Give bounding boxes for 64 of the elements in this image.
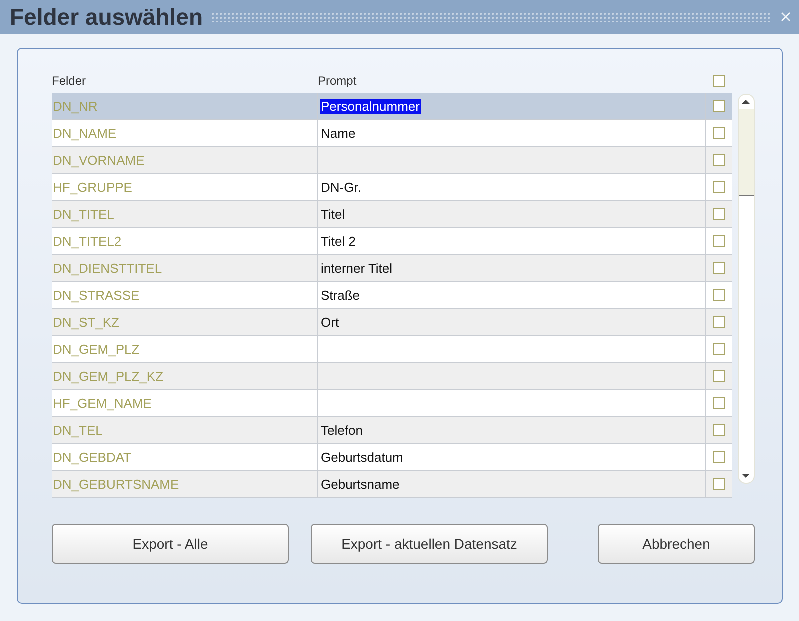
dialog-button[interactable]: Export - aktuellen Datensatz: [311, 524, 548, 564]
dialog-button[interactable]: Abbrechen: [598, 524, 755, 564]
table-cell: DN_GEM_PLZ_KZ: [52, 363, 318, 389]
close-button[interactable]: [779, 10, 793, 24]
row-checkbox[interactable]: [713, 235, 725, 247]
table-row[interactable]: DN_TITEL Titel: [52, 201, 732, 228]
table-cell: DN_GEBURTSNAME: [52, 471, 318, 497]
prompt-text: Titel 2: [320, 234, 357, 248]
row-checkbox[interactable]: [713, 478, 725, 490]
prompt-text: interner Titel: [320, 260, 394, 276]
row-checkbox[interactable]: [713, 127, 725, 139]
scroll-down-icon[interactable]: [742, 473, 750, 479]
table-row[interactable]: DN_NR Personalnummer: [52, 93, 732, 120]
column-header: Prompt: [318, 74, 358, 88]
scroll-thumb[interactable]: [739, 109, 754, 196]
table-cell: DN_TEL: [52, 417, 318, 443]
row-checkbox[interactable]: [713, 208, 725, 220]
row-checkbox[interactable]: [713, 316, 725, 328]
prompt-text: Telefon: [320, 422, 364, 438]
table-cell: DN_VORNAME: [52, 147, 318, 173]
table-cell: DN_NR: [52, 93, 318, 119]
prompt-text: Geburtsdatum: [320, 450, 404, 464]
prompt-text: Name: [320, 126, 357, 140]
table-row[interactable]: DN_STRASSE Straße: [52, 282, 732, 309]
prompt-text: Ort: [320, 314, 340, 330]
column-header: Felder: [52, 74, 88, 88]
table-row[interactable]: DN_DIENSTTITEL interner Titel: [52, 255, 732, 282]
row-checkbox[interactable]: [713, 397, 725, 409]
prompt-text: Personalnummer: [320, 98, 421, 114]
table-row[interactable]: HF_GRUPPE DN-Gr.: [52, 174, 732, 201]
prompt-text: Geburtsname: [320, 476, 401, 492]
table-row[interactable]: DN_GEBURTSNAME Geburtsname: [52, 471, 732, 498]
row-checkbox[interactable]: [713, 424, 725, 436]
table-row[interactable]: DN_TITEL2 Titel 2: [52, 228, 732, 255]
table-cell: DN_DIENSTTITEL: [52, 255, 318, 281]
row-checkbox[interactable]: [713, 262, 725, 274]
row-checkbox[interactable]: [713, 343, 725, 355]
row-checkbox[interactable]: [713, 181, 725, 193]
table-row[interactable]: DN_ST_KZ Ort: [52, 309, 732, 336]
table-cell: DN_GEM_PLZ: [52, 336, 318, 362]
table-cell: DN_NAME: [52, 120, 318, 146]
table-cell: DN_STRASSE: [52, 282, 318, 308]
scrollbar[interactable]: [738, 94, 755, 484]
table-cell: DN_TITEL: [52, 201, 318, 227]
table-cell: DN_ST_KZ: [52, 309, 318, 335]
row-checkbox[interactable]: [713, 100, 725, 112]
row-checkbox[interactable]: [713, 289, 725, 301]
row-checkbox[interactable]: [713, 370, 725, 382]
prompt-text: DN-Gr.: [320, 180, 362, 194]
table-row[interactable]: DN_GEBDAT Geburtsdatum: [52, 444, 732, 471]
row-checkbox[interactable]: [713, 154, 725, 166]
table-cell: HF_GRUPPE: [52, 174, 318, 200]
table-row[interactable]: DN_NAME Name: [52, 120, 732, 147]
select-all-checkbox[interactable]: [713, 75, 725, 87]
table-cell: DN_TITEL2: [52, 228, 318, 254]
prompt-text: Titel: [320, 206, 346, 222]
window-title: Felder auswählen: [10, 4, 204, 30]
prompt-text: Straße: [320, 288, 362, 302]
scroll-up-icon[interactable]: [742, 99, 750, 105]
table-cell: HF_GEM_NAME: [52, 390, 318, 416]
row-checkbox[interactable]: [713, 451, 725, 463]
table-cell: DN_GEBDAT: [52, 444, 318, 470]
dialog-button[interactable]: Export - Alle: [52, 524, 289, 564]
table-row[interactable]: DN_TEL Telefon: [52, 417, 732, 444]
